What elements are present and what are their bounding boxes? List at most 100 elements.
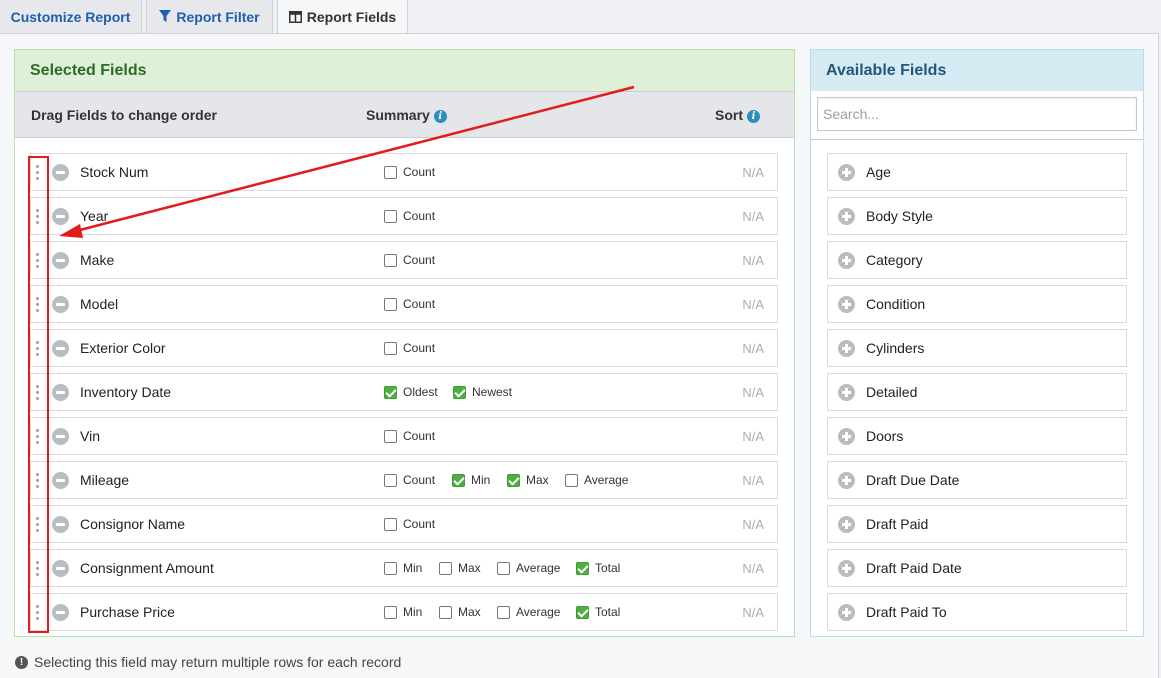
summary-option-average[interactable]: Average	[497, 605, 560, 619]
available-field-row[interactable]: Age	[827, 153, 1127, 191]
remove-field-icon[interactable]	[52, 472, 69, 489]
summary-checkbox[interactable]	[497, 561, 510, 575]
remove-field-icon[interactable]	[52, 428, 69, 445]
selected-field-row[interactable]: Year Count N/A	[30, 197, 778, 235]
available-field-row[interactable]: Body Style	[827, 197, 1127, 235]
summary-checkbox[interactable]	[453, 385, 466, 399]
selected-field-row[interactable]: Make Count N/A	[30, 241, 778, 279]
summary-option-oldest[interactable]: Oldest	[384, 385, 438, 399]
selected-field-row[interactable]: Model Count N/A	[30, 285, 778, 323]
summary-checkbox[interactable]	[384, 209, 397, 223]
drag-handle-icon[interactable]	[36, 341, 40, 357]
tab-report-filter[interactable]: Report Filter	[146, 0, 273, 34]
add-field-icon[interactable]	[838, 428, 855, 445]
add-field-icon[interactable]	[838, 252, 855, 269]
summary-checkbox[interactable]	[384, 473, 397, 487]
available-field-row[interactable]: Doors	[827, 417, 1127, 455]
summary-checkbox[interactable]	[507, 473, 520, 487]
available-field-row[interactable]: Draft Due Date	[827, 461, 1127, 499]
selected-field-row[interactable]: Exterior Color Count N/A	[30, 329, 778, 367]
summary-option-count[interactable]: Count	[384, 209, 435, 223]
summary-option-min[interactable]: Min	[384, 561, 422, 575]
drag-handle-icon[interactable]	[36, 605, 40, 621]
available-field-row[interactable]: Detailed	[827, 373, 1127, 411]
add-field-icon[interactable]	[838, 208, 855, 225]
add-field-icon[interactable]	[838, 296, 855, 313]
summary-option-count[interactable]: Count	[384, 341, 435, 355]
summary-option-total[interactable]: Total	[576, 605, 620, 619]
remove-field-icon[interactable]	[52, 560, 69, 577]
summary-option-min[interactable]: Min	[452, 473, 490, 487]
available-field-row[interactable]: Category	[827, 241, 1127, 279]
available-field-row[interactable]: Draft Paid Date	[827, 549, 1127, 587]
selected-field-row[interactable]: Inventory Date Oldest Newest N/A	[30, 373, 778, 411]
summary-checkbox[interactable]	[452, 473, 465, 487]
summary-info-icon[interactable]: i	[433, 110, 447, 123]
drag-handle-icon[interactable]	[36, 297, 40, 313]
summary-option-average[interactable]: Average	[565, 473, 628, 487]
remove-field-icon[interactable]	[52, 384, 69, 401]
available-field-row[interactable]: Draft Paid	[827, 505, 1127, 543]
drag-handle-icon[interactable]	[36, 209, 40, 225]
available-field-row[interactable]: Condition	[827, 285, 1127, 323]
drag-handle-icon[interactable]	[36, 253, 40, 269]
summary-option-count[interactable]: Count	[384, 517, 435, 531]
summary-checkbox[interactable]	[384, 605, 397, 619]
sort-info-icon[interactable]: i	[747, 110, 760, 123]
available-field-row[interactable]: Draft Paid To	[827, 593, 1127, 631]
remove-field-icon[interactable]	[52, 296, 69, 313]
drag-handle-icon[interactable]	[36, 165, 40, 181]
add-field-icon[interactable]	[838, 384, 855, 401]
selected-field-row[interactable]: Stock Num Count N/A	[30, 153, 778, 191]
summary-checkbox[interactable]	[565, 473, 578, 487]
add-field-icon[interactable]	[838, 340, 855, 357]
search-input[interactable]	[817, 97, 1137, 131]
remove-field-icon[interactable]	[52, 604, 69, 621]
drag-handle-icon[interactable]	[36, 517, 40, 533]
summary-checkbox[interactable]	[384, 561, 397, 575]
summary-option-total[interactable]: Total	[576, 561, 620, 575]
tab-customize-report[interactable]: Customize Report	[0, 0, 142, 34]
remove-field-icon[interactable]	[52, 516, 69, 533]
summary-option-max[interactable]: Max	[439, 605, 481, 619]
summary-option-count[interactable]: Count	[384, 473, 435, 487]
add-field-icon[interactable]	[838, 164, 855, 181]
summary-option-count[interactable]: Count	[384, 297, 435, 311]
drag-handle-icon[interactable]	[36, 473, 40, 489]
summary-checkbox[interactable]	[384, 385, 397, 399]
summary-checkbox[interactable]	[497, 605, 510, 619]
remove-field-icon[interactable]	[52, 252, 69, 269]
summary-option-newest[interactable]: Newest	[453, 385, 512, 399]
selected-field-row[interactable]: Consignment Amount Min Max Average Total N/A	[30, 549, 778, 587]
summary-checkbox[interactable]	[384, 165, 397, 179]
remove-field-icon[interactable]	[52, 208, 69, 225]
summary-checkbox[interactable]	[384, 429, 397, 443]
add-field-icon[interactable]	[838, 516, 855, 533]
add-field-icon[interactable]	[838, 604, 855, 621]
drag-handle-icon[interactable]	[36, 429, 40, 445]
tab-report-fields[interactable]: Report Fields	[277, 0, 408, 34]
summary-option-min[interactable]: Min	[384, 605, 422, 619]
add-field-icon[interactable]	[838, 472, 855, 489]
summary-checkbox[interactable]	[384, 517, 397, 531]
summary-option-average[interactable]: Average	[497, 561, 560, 575]
remove-field-icon[interactable]	[52, 164, 69, 181]
summary-option-max[interactable]: Max	[439, 561, 481, 575]
summary-checkbox[interactable]	[384, 253, 397, 267]
drag-handle-icon[interactable]	[36, 561, 40, 577]
remove-field-icon[interactable]	[52, 340, 69, 357]
selected-field-row[interactable]: Vin Count N/A	[30, 417, 778, 455]
drag-handle-icon[interactable]	[36, 385, 40, 401]
summary-option-max[interactable]: Max	[507, 473, 549, 487]
summary-option-count[interactable]: Count	[384, 253, 435, 267]
summary-checkbox[interactable]	[384, 297, 397, 311]
summary-checkbox[interactable]	[576, 561, 589, 575]
selected-field-row[interactable]: Consignor Name Count N/A	[30, 505, 778, 543]
summary-option-count[interactable]: Count	[384, 165, 435, 179]
add-field-icon[interactable]	[838, 560, 855, 577]
summary-checkbox[interactable]	[439, 605, 452, 619]
summary-checkbox[interactable]	[384, 341, 397, 355]
selected-field-row[interactable]: Mileage Count Min Max Average N/A	[30, 461, 778, 499]
summary-checkbox[interactable]	[439, 561, 452, 575]
summary-option-count[interactable]: Count	[384, 429, 435, 443]
